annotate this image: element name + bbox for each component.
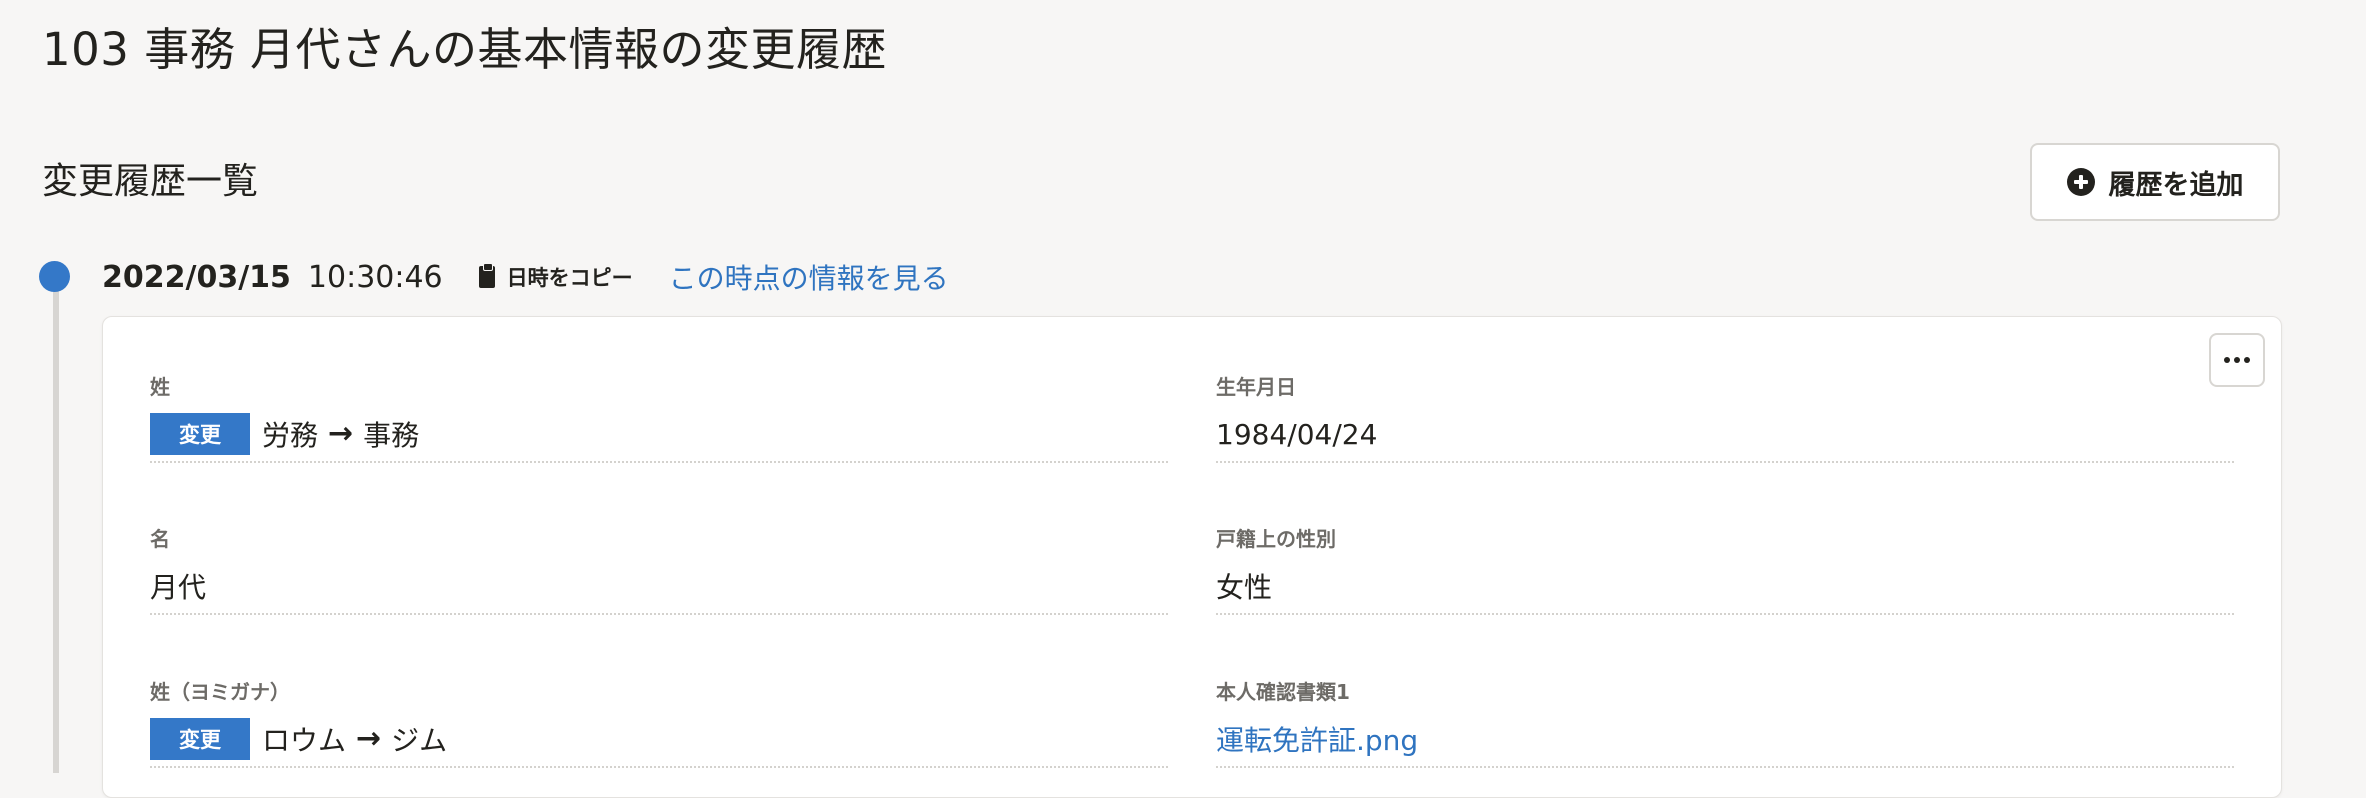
ellipsis-dot: [2224, 357, 2230, 363]
field-label: 姓: [150, 375, 170, 399]
field-birthdate: 生年月日 1984/04/24: [1216, 373, 2234, 463]
add-history-label: 履歴を追加: [2108, 169, 2244, 201]
timeline-line: [53, 276, 59, 773]
entry-date: 2022/03/15: [102, 259, 291, 295]
field-last-name-kana: 姓（ヨミガナ） 変更 ロウム → ジム: [150, 678, 1168, 768]
field-value: 月代: [150, 571, 207, 604]
entry-header: 2022/03/15 10:30:46 日時をコピー この時点の情報を見る: [102, 252, 949, 302]
field-label: 姓（ヨミガナ）: [150, 680, 290, 704]
field-first-name: 名 月代: [150, 525, 1168, 615]
ellipsis-dot: [2234, 357, 2240, 363]
field-divider: [150, 613, 1168, 615]
clipboard-icon: [478, 263, 495, 288]
field-label: 生年月日: [1216, 375, 1296, 399]
field-value: 女性: [1216, 571, 1273, 604]
entry-time: 10:30:46: [307, 259, 443, 295]
field-divider: [1216, 766, 2234, 768]
field-last-name: 姓 変更 労務 → 事務: [150, 373, 1168, 463]
copy-datetime-button[interactable]: 日時をコピー: [478, 262, 633, 292]
field-value: 1984/04/24: [1216, 417, 1378, 451]
field-value: 変更 ロウム → ジム: [150, 718, 1168, 760]
value-after: 事務: [363, 419, 420, 452]
field-value: 変更 労務 → 事務: [150, 413, 1168, 455]
ellipsis-dot: [2244, 357, 2250, 363]
value-before: 労務: [262, 419, 319, 452]
arrow-right-icon: →: [356, 721, 382, 756]
file-link[interactable]: 運転免許証.png: [1216, 719, 1418, 759]
field-divider: [1216, 461, 2234, 463]
field-gender: 戸籍上の性別 女性: [1216, 525, 2234, 615]
changed-badge: 変更: [150, 718, 250, 760]
copy-datetime-label: 日時をコピー: [506, 266, 633, 290]
field-value: 運転免許証.png: [1216, 718, 2234, 760]
arrow-right-icon: →: [328, 416, 354, 451]
add-history-button[interactable]: 履歴を追加: [2030, 143, 2280, 221]
value-before: ロウム: [262, 724, 347, 757]
value-after: ジム: [391, 724, 448, 757]
plus-circle-icon: [2066, 168, 2095, 196]
field-label: 本人確認書類1: [1216, 680, 1350, 704]
section-title: 変更履歴一覧: [42, 161, 259, 202]
field-divider: [150, 461, 1168, 463]
field-divider: [1216, 613, 2234, 615]
page-title: 103 事務 月代さんの基本情報の変更履歴: [42, 23, 888, 76]
view-snapshot-link[interactable]: この時点の情報を見る: [669, 257, 949, 297]
field-label: 名: [150, 527, 170, 551]
field-divider: [150, 766, 1168, 768]
field-id-document: 本人確認書類1 運転免許証.png: [1216, 678, 2234, 768]
changed-badge: 変更: [150, 413, 250, 455]
timeline-dot: [39, 261, 70, 292]
field-label: 戸籍上の性別: [1216, 527, 1336, 551]
